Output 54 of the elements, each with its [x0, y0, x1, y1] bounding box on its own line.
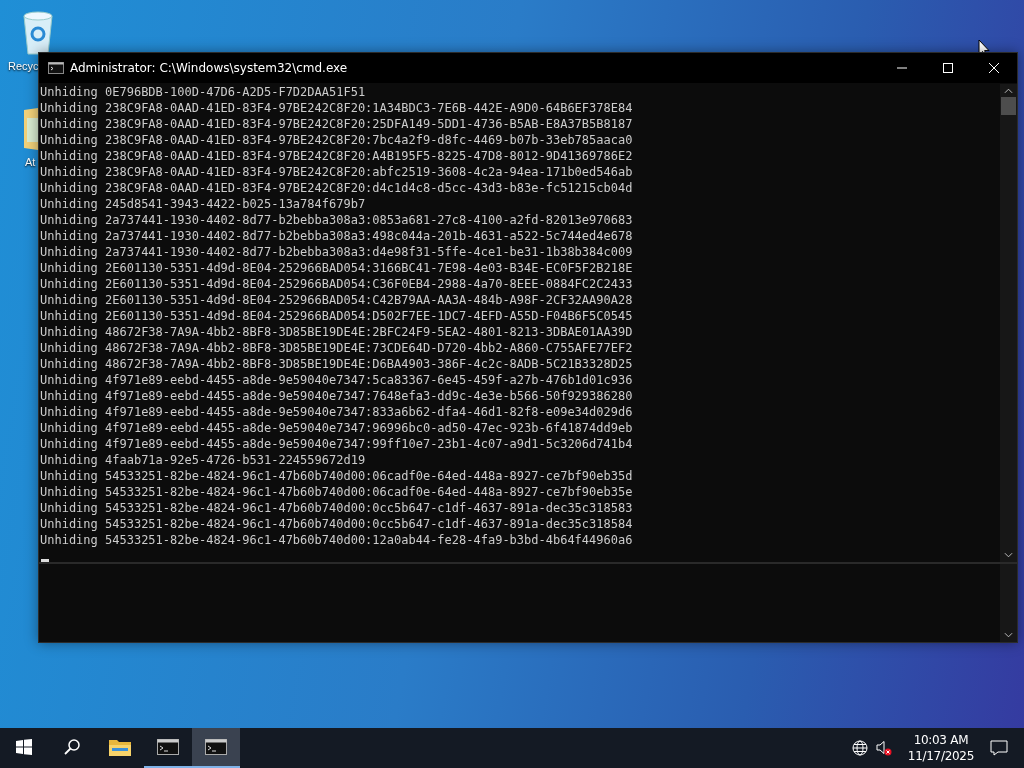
console-line: Unhiding 238C9FA8-0AAD-41ED-83F4-97BE242C8F20:abfc2519-3608-4c2a-94ea-171b0ed546ab: [40, 164, 634, 180]
clock-button[interactable]: 10:03 AM 11/17/2025: [899, 732, 982, 764]
console-line: Unhiding 4f971e89-eebd-4455-a8de-9e59040e7347:7648efa3-dd9c-4e3e-b566-50f929386280: [40, 388, 634, 404]
console-line: Unhiding 4faab71a-92e5-4726-b531-224559672d19: [40, 452, 367, 468]
console-line: Unhiding 2a737441-1930-4402-8d77-b2bebba308a3:d4e98f31-5ffe-4ce1-be31-1b38b384c009: [40, 244, 634, 260]
globe-icon[interactable]: [851, 740, 868, 756]
desktop-icon-label[interactable]: Recyc: [8, 60, 39, 72]
console-line: Unhiding 2E601130-5351-4d9d-8E04-252966BAD054:C42B79AA-AA3A-484b-A98F-2CF32AA90A28: [40, 292, 634, 308]
muted-speaker-icon[interactable]: [875, 740, 892, 756]
console-line: Unhiding 54533251-82be-4824-96c1-47b60b740d00:06cadf0e-64ed-448a-8927-ce7bf90eb35e: [40, 484, 634, 500]
clock-time: 10:03 AM: [913, 732, 969, 748]
console-line: Unhiding 54533251-82be-4824-96c1-47b60b740d00:06cadf0e-64ed-448a-8927-ce7bf90eb35d: [40, 468, 634, 484]
console-line: Unhiding 4f971e89-eebd-4455-a8de-9e59040e7347:833a6b62-dfa4-46d1-82f8-e09e34d029d6: [40, 404, 634, 420]
console-line: Unhiding 48672F38-7A9A-4bb2-8BF8-3D85BE19DE4E:2BFC24F9-5EA2-4801-8213-3DBAE01AA39D: [40, 324, 634, 340]
taskbar-app-button[interactable]: [192, 728, 240, 768]
folder-icon: [109, 738, 131, 756]
console-line: Unhiding 238C9FA8-0AAD-41ED-83F4-97BE242C8F20:d4c1d4c8-d5cc-43d3-b83e-fc51215cb04d: [40, 180, 634, 196]
scroll-thumb[interactable]: [1001, 97, 1016, 115]
console-line: Unhiding 48672F38-7A9A-4bb2-8BF8-3D85BE19DE4E:73CDE64D-D720-4bb2-A860-C755AFE77EF2: [40, 340, 634, 356]
window-title: Administrator: C:\Windows\system32\cmd.exe: [70, 61, 349, 75]
console-line: Unhiding 54533251-82be-4824-96c1-47b60b740d00:0cc5b647-c1df-4637-891a-dec35c318584: [40, 516, 634, 532]
console-line: Unhiding 2a737441-1930-4402-8d77-b2bebba308a3:0853a681-27c8-4100-a2fd-82013e970683: [40, 212, 634, 228]
console-line: Unhiding 2E601130-5351-4d9d-8E04-252966BAD054:C36F0EB4-2988-4a70-8EEE-0884FC2C2433: [40, 276, 634, 292]
console-line: Unhiding 4f971e89-eebd-4455-a8de-9e59040e7347:99ff10e7-23b1-4c07-a9d1-5c3206d741b4: [40, 436, 634, 452]
console-line: Unhiding 2E601130-5351-4d9d-8E04-252966BAD054:D502F7EE-1DC7-4EFD-A55D-F04B6F5C0545: [40, 308, 634, 324]
notifications-icon[interactable]: [990, 740, 1008, 756]
folder-icon[interactable]: [24, 108, 38, 150]
console-line: Unhiding 238C9FA8-0AAD-41ED-83F4-97BE242C8F20:25DFA149-5DD1-4736-B5AB-E8A37B5B8187: [40, 116, 634, 132]
console-line: Unhiding 48672F38-7A9A-4bb2-8BF8-3D85BE19DE4E:D6BA4903-386F-4c2c-8ADB-5C21B3328D25: [40, 356, 634, 372]
console-line: Unhiding 245d8541-3943-4422-b025-13a784f679b7: [40, 196, 367, 212]
windows-icon: [16, 739, 32, 755]
console-line: Unhiding 238C9FA8-0AAD-41ED-83F4-97BE242C8F20:1A34BDC3-7E6B-442E-A9D0-64B6EF378E84: [40, 100, 634, 116]
console-line: Unhiding 238C9FA8-0AAD-41ED-83F4-97BE242C8F20:7bc4a2f9-d8fc-4469-b07b-33eb785aaca0: [40, 132, 634, 148]
console-line: Unhiding 4f971e89-eebd-4455-a8de-9e59040e7347:96996bc0-ad50-47ec-923b-6f41874dd9eb: [40, 420, 634, 436]
scroll-bar[interactable]: [1000, 84, 1017, 562]
console-icon: [205, 739, 227, 755]
console-line: Unhiding 2E601130-5351-4d9d-8E04-252966BAD054:3166BC41-7E98-4e03-B34E-EC0F5F2B218E: [40, 260, 634, 276]
scroll-up-icon[interactable]: [1004, 88, 1013, 94]
console-line: Unhiding 4f971e89-eebd-4455-a8de-9e59040e7347:5ca83367-6e45-459f-a27b-476b1d01c936: [40, 372, 634, 388]
console-line: Unhiding 2a737441-1930-4402-8d77-b2bebba308a3:498c044a-201b-4631-a522-5c744ed4e678: [40, 228, 634, 244]
scroll-down-icon[interactable]: [1004, 552, 1013, 558]
maximize-icon: [943, 63, 953, 73]
search-icon: [64, 739, 80, 755]
console-icon: [157, 739, 179, 755]
console-line: Unhiding 238C9FA8-0AAD-41ED-83F4-97BE242C8F20:A4B195F5-8225-47D8-8012-9D41369786E2: [40, 148, 634, 164]
scroll-down-icon[interactable]: [1004, 632, 1013, 638]
desktop-icon-label[interactable]: At: [25, 156, 36, 168]
close-icon: [989, 63, 999, 73]
text-cursor: [41, 559, 49, 562]
console-line: Unhiding 54533251-82be-4824-96c1-47b60b740d00:0cc5b647-c1df-4637-891a-dec35c318583: [40, 500, 634, 516]
console-line: Unhiding 54533251-82be-4824-96c1-47b60b740d00:12a0ab44-fe28-4fa9-b3bd-4b64f44960a6: [40, 532, 634, 548]
clock-date: 11/17/2025: [907, 748, 974, 764]
console-line: Unhiding 0E796BDB-100D-47D6-A2D5-F7D2DAA51F51: [40, 84, 367, 100]
console-icon: [48, 62, 64, 74]
